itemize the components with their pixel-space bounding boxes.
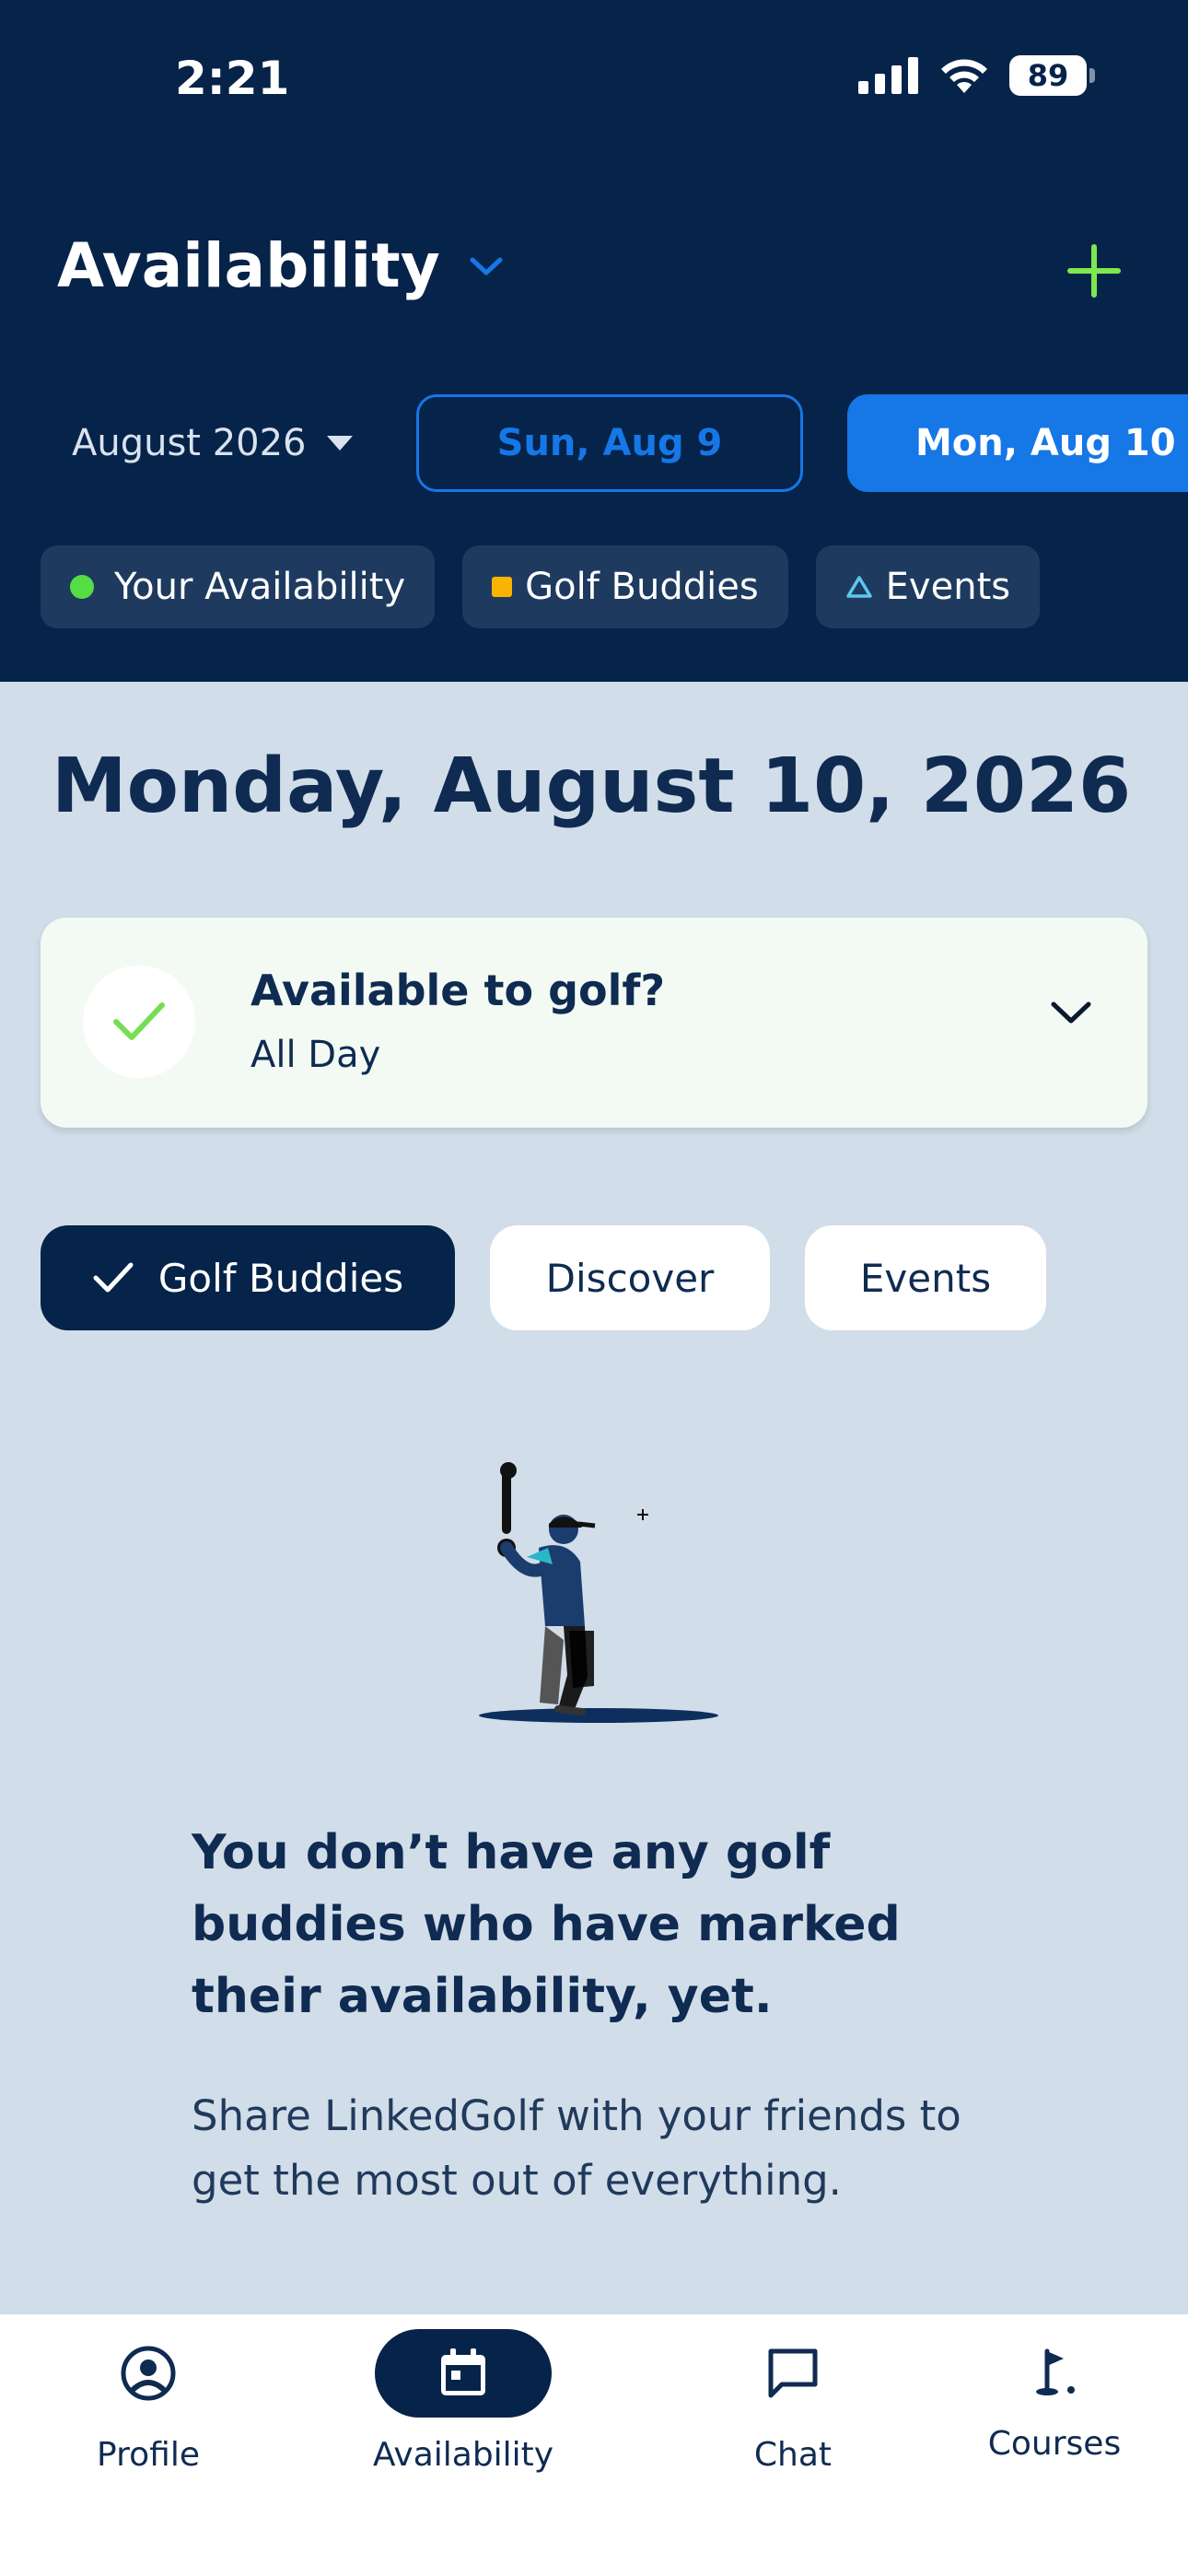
filter-label: Events [859,1255,992,1301]
tab-bar: Profile Availability Chat Courses [0,2314,1188,2576]
header: 2:21 89 Availability August 2026 Sun, Au… [0,0,1188,682]
tab-chat[interactable]: Chat [645,2314,941,2499]
active-tab-indicator [375,2329,552,2418]
legend-label: Your Availability [114,566,406,608]
profile-icon [121,2346,176,2401]
availability-question: Available to golf? [250,966,666,1015]
filter-tabs: Golf Buddies Discover Events [41,1225,1046,1330]
filter-discover[interactable]: Discover [490,1225,770,1330]
golf-flag-icon [1036,2348,1075,2395]
date-chip-mon-aug-10[interactable]: Mon, Aug 10 [847,394,1188,492]
legend-label: Events [885,566,1011,608]
signal-icon [858,57,918,94]
tab-label: Profile [97,2436,200,2474]
golfer-illustration [479,1462,718,1723]
filter-golf-buddies[interactable]: Golf Buddies [41,1225,455,1330]
tab-courses[interactable]: Courses [906,2314,1188,2499]
date-chip-label: Sun, Aug 9 [496,422,723,464]
date-chip-label: Mon, Aug 10 [915,422,1176,464]
tab-profile[interactable]: Profile [0,2314,297,2499]
chevron-down-icon[interactable] [1050,999,1092,1026]
legend-label: Golf Buddies [525,566,759,608]
empty-state-title: You don’t have any golf buddies who have… [192,1825,901,2024]
month-label: August 2026 [72,422,307,464]
tab-label: Courses [987,2425,1122,2463]
calendar-icon [441,2348,485,2395]
green-dot-icon [70,575,94,599]
availability-value: All Day [250,1034,381,1076]
legend: Your Availability Golf Buddies Events [41,545,1041,628]
availability-card[interactable]: Available to golf? All Day [41,918,1147,1128]
legend-your-availability[interactable]: Your Availability [41,545,436,628]
tab-availability[interactable]: Availability [315,2314,611,2499]
filter-label: Discover [545,1255,715,1301]
empty-state-body: Share LinkedGolf with your friends to ge… [192,2091,961,2205]
check-icon [113,1002,165,1040]
status-icons: 89 [858,55,1095,96]
status-time: 2:21 [175,52,290,105]
date-heading: Monday, August 10, 2026 [52,743,1132,830]
month-select[interactable]: August 2026 [72,394,355,492]
legend-events[interactable]: Events [815,545,1041,628]
check-badge [83,966,195,1078]
caret-down-icon [326,436,353,451]
chevron-down-icon[interactable] [468,254,505,278]
title-row[interactable]: Availability [57,230,505,301]
date-chip-sun-aug-9[interactable]: Sun, Aug 9 [416,394,803,492]
add-icon[interactable] [1066,243,1122,299]
tab-label: Availability [372,2436,554,2474]
legend-golf-buddies[interactable]: Golf Buddies [462,545,788,628]
page-title: Availability [57,230,440,301]
battery-indicator: 89 [1009,55,1095,96]
chat-icon [768,2348,818,2398]
date-strip: August 2026 Sun, Aug 9 Mon, Aug 10 [0,394,1188,492]
check-icon [93,1262,134,1293]
triangle-icon [845,576,872,598]
yellow-square-icon [492,577,513,597]
filter-events[interactable]: Events [805,1225,1046,1330]
wifi-icon [941,59,987,93]
filter-label: Golf Buddies [157,1255,404,1301]
tab-label: Chat [753,2436,833,2474]
